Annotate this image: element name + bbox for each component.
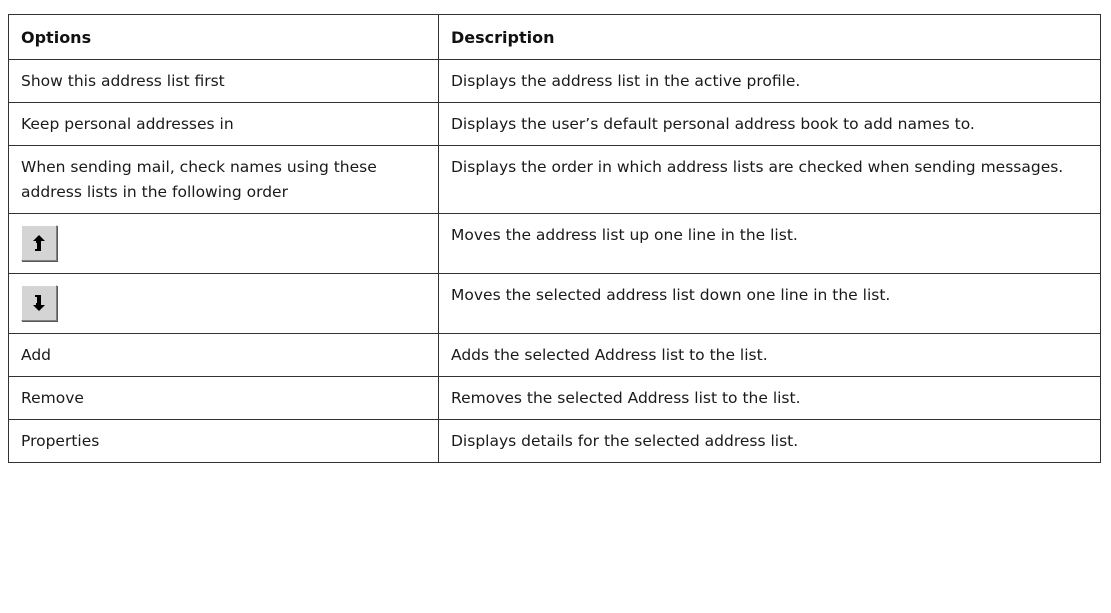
- option-check-names-order: When sending mail, check names using the…: [8, 145, 439, 214]
- table-row: Keep personal addresses in Displays the …: [8, 102, 1101, 146]
- description-cell: Displays the user’s default personal add…: [438, 102, 1101, 146]
- table-row: Add Adds the selected Address list to th…: [8, 333, 1101, 377]
- option-move-up-cell: [8, 213, 439, 274]
- table-row: Moves the address list up one line in th…: [8, 213, 1101, 274]
- table-row: When sending mail, check names using the…: [8, 145, 1101, 214]
- option-add: Add: [8, 333, 439, 377]
- description-cell: Displays details for the selected addres…: [438, 419, 1101, 463]
- description-cell: Adds the selected Address list to the li…: [438, 333, 1101, 377]
- table-row: Show this address list first Displays th…: [8, 59, 1101, 103]
- move-up-button[interactable]: [21, 225, 57, 261]
- description-cell: Displays the order in which address list…: [438, 145, 1101, 214]
- description-cell: Moves the selected address list down one…: [438, 273, 1101, 334]
- move-up-arrow-icon: [33, 235, 45, 251]
- option-move-down-cell: [8, 273, 439, 334]
- table-row: Properties Displays details for the sele…: [8, 419, 1101, 463]
- move-down-button[interactable]: [21, 285, 57, 321]
- table-header-row: Options Description: [8, 14, 1101, 60]
- description-cell: Removes the selected Address list to the…: [438, 376, 1101, 420]
- description-cell: Moves the address list up one line in th…: [438, 213, 1101, 274]
- move-down-arrow-icon: [33, 295, 45, 311]
- option-remove: Remove: [8, 376, 439, 420]
- description-cell: Displays the address list in the active …: [438, 59, 1101, 103]
- description-column-header: Description: [438, 14, 1101, 60]
- table-row: Remove Removes the selected Address list…: [8, 376, 1101, 420]
- options-table: Options Description Show this address li…: [8, 14, 1101, 463]
- option-properties: Properties: [8, 419, 439, 463]
- table-row: Moves the selected address list down one…: [8, 273, 1101, 334]
- option-keep-personal-addresses: Keep personal addresses in: [8, 102, 439, 146]
- options-column-header: Options: [8, 14, 439, 60]
- option-show-list-first: Show this address list first: [8, 59, 439, 103]
